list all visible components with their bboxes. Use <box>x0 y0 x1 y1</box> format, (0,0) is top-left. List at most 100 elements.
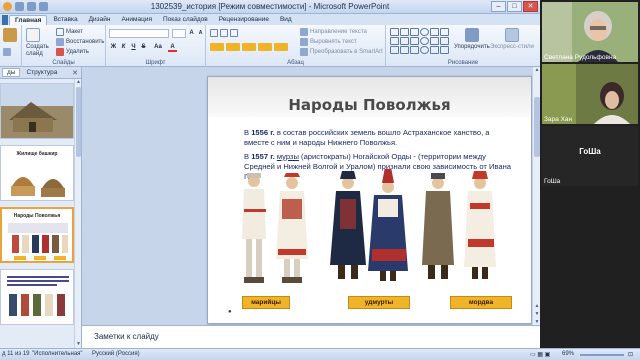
tab-insert[interactable]: Вставка <box>48 15 82 25</box>
shape-more-icon[interactable] <box>440 46 449 54</box>
shape-rect-icon[interactable] <box>410 28 419 36</box>
align-text-button[interactable]: Выровнять текст <box>300 38 357 46</box>
align-text-label: Выровнять текст <box>310 39 357 45</box>
shape-brace-icon[interactable] <box>440 37 449 45</box>
layout-button[interactable]: Макет <box>56 28 83 36</box>
mordva-man-figure <box>422 173 454 279</box>
slide-thumbnail[interactable] <box>0 269 74 325</box>
slide-paragraph-1[interactable]: В 1556 г. в состав российских земель вош… <box>244 128 514 148</box>
yurt-photo-image <box>1 84 73 138</box>
paste-button[interactable] <box>3 28 17 42</box>
para1-text: в состав российских земель вошло Астраха… <box>244 128 490 147</box>
shape-circle-icon[interactable] <box>420 37 429 45</box>
current-slide[interactable]: Народы Поволжья В 1556 г. в состав росси… <box>207 76 532 324</box>
para2-year: 1557 г. <box>251 152 275 161</box>
quick-styles-icon <box>504 28 519 42</box>
para2-link[interactable]: мурзы <box>277 152 299 161</box>
bullets-button[interactable] <box>210 29 238 37</box>
shape-box-icon[interactable] <box>410 37 419 45</box>
font-size-field[interactable] <box>172 29 186 38</box>
shape-line-icon[interactable] <box>390 28 399 36</box>
shapes-gallery[interactable] <box>390 28 449 54</box>
slide-thumbnail-selected[interactable]: Народы Поволжья <box>0 207 74 263</box>
slide-thumbnail[interactable]: Жилище башкир <box>0 145 74 201</box>
office-menu-tab[interactable] <box>2 15 8 25</box>
maximize-button[interactable]: □ <box>507 1 522 12</box>
shape-callout-icon[interactable] <box>390 46 399 54</box>
minimize-button[interactable]: – <box>491 1 506 12</box>
italic-button[interactable]: К <box>119 43 128 52</box>
slides-group-label: Слайды <box>52 60 75 66</box>
change-case-button[interactable]: Aa <box>152 43 164 52</box>
close-button[interactable]: ✕ <box>523 1 538 12</box>
tab-slides[interactable]: ды <box>2 68 21 77</box>
view-buttons[interactable]: ▭ ▦ ▣ <box>530 351 550 358</box>
tab-home[interactable]: Главная <box>9 15 48 25</box>
align-buttons[interactable] <box>210 43 288 51</box>
shape-triangle-icon[interactable] <box>430 28 439 36</box>
label-mordva: мордва <box>450 296 512 309</box>
shape-block-icon[interactable] <box>400 46 409 54</box>
notes-pane[interactable]: Заметки к слайду <box>82 325 540 348</box>
theme-name: "Исполнительная" <box>32 351 83 357</box>
shape-oval-icon[interactable] <box>420 28 429 36</box>
tab-design[interactable]: Дизайн <box>84 15 116 25</box>
copy-button[interactable] <box>3 48 11 56</box>
strikethrough-button[interactable]: S <box>139 43 148 52</box>
font-name-field[interactable] <box>109 29 169 38</box>
numbering-icon <box>220 29 228 37</box>
tab-animation[interactable]: Анимация <box>116 15 157 25</box>
shrink-font-button[interactable]: A <box>196 29 205 38</box>
mordva-woman-figure <box>464 171 496 279</box>
slide-thumbnail[interactable] <box>0 83 74 139</box>
quick-styles-button[interactable]: Экспресс-стили <box>490 28 534 50</box>
smartart-button[interactable]: Преобразовать в SmartArt <box>300 48 383 56</box>
language-indicator[interactable]: Русский (Россия) <box>92 351 140 357</box>
status-bar: д 11 из 19 "Исполнительная" Русский (Рос… <box>0 348 640 360</box>
slide-title[interactable]: Народы Поволжья <box>208 96 531 114</box>
shape-ring-icon[interactable] <box>420 46 429 54</box>
tab-view[interactable]: Вид <box>275 15 297 25</box>
arrange-button[interactable]: Упорядочить <box>454 28 490 50</box>
bullets-icon <box>210 29 218 37</box>
restore-button[interactable]: Восстановить <box>56 38 104 46</box>
zoom-slider[interactable] <box>580 354 624 356</box>
participant-name: Зара Хан <box>544 116 573 123</box>
shape-arrow-icon[interactable] <box>400 28 409 36</box>
font-color-button[interactable]: A <box>168 43 177 52</box>
scroll-up-icon[interactable]: ▲ <box>75 79 82 86</box>
bold-button[interactable]: Ж <box>109 43 118 52</box>
scroll-down-icon[interactable]: ▼ <box>75 341 82 348</box>
participant-tile[interactable]: Зара Хан <box>542 64 638 124</box>
participant-tile[interactable]: Светлана Рудольфовна <box>542 2 638 62</box>
grow-font-button[interactable]: A <box>187 29 196 38</box>
arrange-icon <box>464 28 479 42</box>
restore-label: Восстановить <box>66 39 105 45</box>
udmurt-woman-figure <box>368 169 408 281</box>
shape-flow-icon[interactable] <box>410 46 419 54</box>
create-slide-button[interactable]: Создать слайд <box>26 28 52 58</box>
tab-slideshow[interactable]: Показ слайдов <box>158 15 213 25</box>
text-direction-button[interactable]: Направление текста <box>300 28 367 36</box>
underline-button[interactable]: Ч <box>129 43 138 52</box>
shape-hex-icon[interactable] <box>430 37 439 45</box>
tab-outline[interactable]: Структура <box>22 69 61 76</box>
shape-bracket-icon[interactable] <box>390 37 399 45</box>
shape-curve-icon[interactable] <box>400 37 409 45</box>
close-pane-icon[interactable]: ✕ <box>72 69 78 77</box>
tab-review[interactable]: Рецензирование <box>214 15 274 25</box>
shape-wave-icon[interactable] <box>430 46 439 54</box>
scroll-thumb[interactable] <box>76 87 81 157</box>
columns-icon <box>274 43 288 51</box>
slide-scrollbar[interactable]: ▲ ▲ ▼ ▼ <box>532 67 540 325</box>
fit-to-window-icon[interactable]: ⊡ <box>628 351 633 358</box>
delete-button[interactable]: Удалить <box>56 48 89 56</box>
shape-star-icon[interactable] <box>440 28 449 36</box>
justify-icon <box>258 43 272 51</box>
text-direction-label: Направление текста <box>310 29 367 35</box>
thumbnail-scrollbar[interactable]: ▲ ▼ <box>74 79 81 348</box>
zoom-level[interactable]: 69% <box>562 351 574 357</box>
participant-tile[interactable]: ГоШа ГоШа <box>542 126 638 186</box>
slide-counter: д 11 из 19 <box>2 351 30 357</box>
folk-costumes-image <box>242 169 496 283</box>
